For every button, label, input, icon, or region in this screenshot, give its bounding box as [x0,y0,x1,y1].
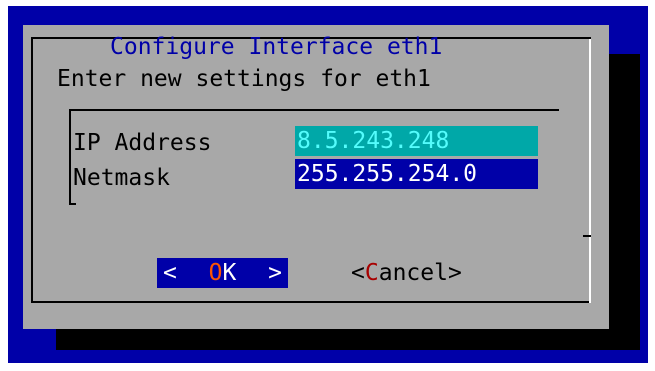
ok-right-bracket: > [268,260,282,286]
ok-hotkey: O [208,260,223,286]
form-box-top [69,109,559,111]
dialog-border-right [589,37,591,303]
ip-address-label: IP Address [73,130,212,156]
dialog-border-bottom [31,301,591,303]
cancel-hotkey: C [364,260,379,286]
netmask-input[interactable]: 255.255.254.0 [295,159,538,189]
dialog-side-tick [583,235,591,237]
netmask-label: Netmask [73,165,170,191]
form-box-bottom-tick [69,203,76,205]
cancel-button[interactable]: <Cancel> [351,258,462,288]
ok-button[interactable]: < OK > [157,258,288,288]
cancel-label-rest: ancel [378,260,448,286]
cancel-left-bracket: < [351,260,365,286]
ok-label: OK [209,258,237,288]
dialog-border-left [31,37,33,301]
ok-label-rest: K [222,260,237,286]
ip-address-input[interactable]: 8.5.243.248 [295,126,538,156]
cancel-right-bracket: > [447,260,462,286]
form-box-left [69,109,71,205]
dialog-prompt: Enter new settings for eth1 [57,66,431,92]
dialog-title: Configure Interface eth1 [110,34,443,60]
configure-interface-dialog: Configure Interface eth1 Enter new setti… [23,25,609,329]
ok-left-bracket: < [163,260,177,286]
dialog-corner-tick [583,37,591,39]
